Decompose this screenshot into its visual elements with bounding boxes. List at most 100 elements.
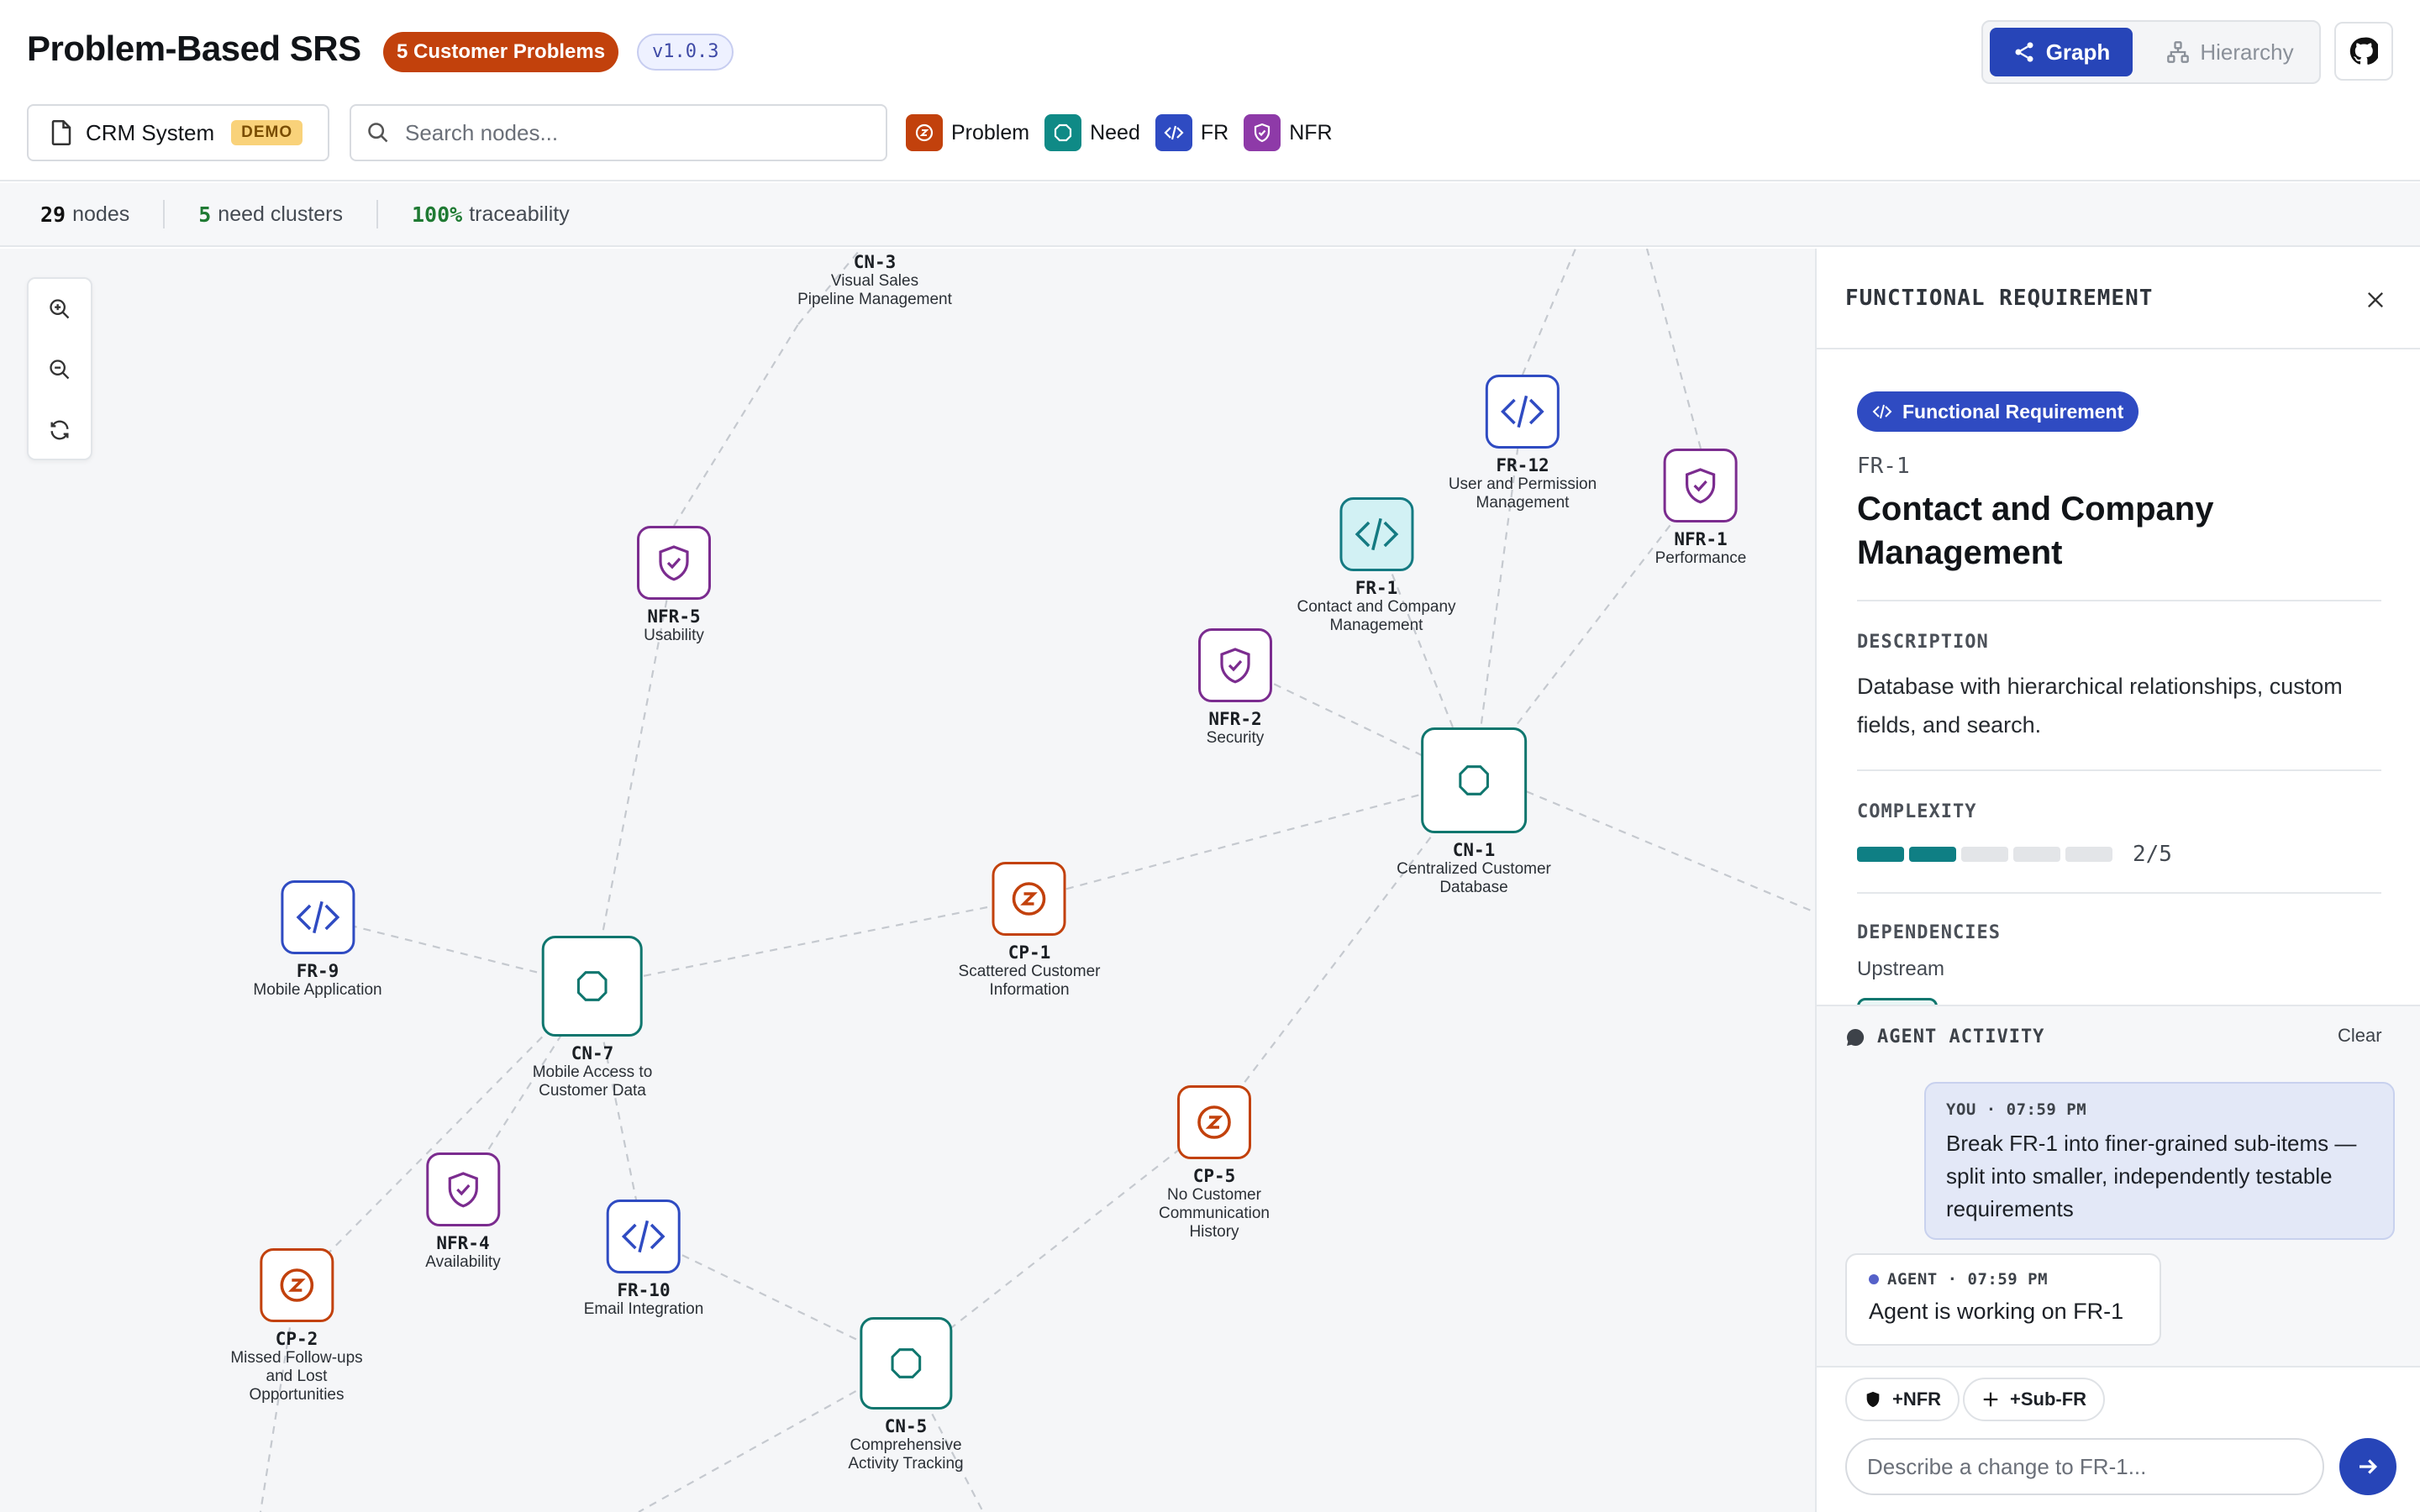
graph-node-cp-1[interactable]: CP-1 Scattered Customer Information xyxy=(958,862,1101,1000)
nodes-count: 29 xyxy=(40,202,66,227)
zoom-out-button[interactable] xyxy=(29,339,91,400)
node-id: CN-1 xyxy=(1452,840,1496,860)
graph-view-button[interactable]: Graph xyxy=(1990,28,2133,76)
node-id: FR-9 xyxy=(296,961,339,981)
arrow-right-icon xyxy=(2360,1459,2378,1474)
shield-check-icon xyxy=(637,526,711,600)
shield-check-icon xyxy=(1198,628,1272,702)
node-label: Management xyxy=(1329,617,1423,634)
search-box xyxy=(350,104,887,161)
complexity-label: COMPLEXITY xyxy=(1857,801,1977,822)
node-id: NFR-4 xyxy=(436,1233,490,1253)
node-id: CP-5 xyxy=(1192,1166,1236,1186)
stat-divider xyxy=(376,200,378,228)
node-label: Visual Sales xyxy=(830,272,919,290)
problems-count-badge[interactable]: 5 Customer Problems xyxy=(383,32,619,72)
node-label: Mobile Application xyxy=(253,981,382,999)
plus-icon xyxy=(1983,1392,1998,1407)
node-type-legend: Problem Need FR NFR xyxy=(906,113,1348,153)
add-nfr-label: +NFR xyxy=(1892,1389,1942,1410)
node-label: Centralized Customer xyxy=(1397,860,1551,878)
add-sub-fr-button[interactable]: +Sub-FR xyxy=(1963,1378,2106,1421)
code-icon xyxy=(1155,114,1192,151)
send-button[interactable] xyxy=(2339,1438,2396,1495)
version-badge: v1.0.3 xyxy=(637,34,734,71)
graph-node-cn-1[interactable]: CN-1 Centralized Customer Database xyxy=(1397,727,1551,897)
detail-panel: FUNCTIONAL REQUIREMENT Functional Requir… xyxy=(1815,249,2420,1005)
graph-node-cp-5[interactable]: CP-5 No Customer Communication History xyxy=(1159,1085,1270,1242)
nodes-stat-label: nodes xyxy=(72,202,130,226)
change-request-input[interactable] xyxy=(1867,1453,2302,1480)
graph-node-nfr-1[interactable]: NFR-1 Performance xyxy=(1655,449,1746,568)
node-label: History xyxy=(1189,1223,1239,1241)
zoom-in-button[interactable] xyxy=(29,279,91,339)
agent-message-meta-row: AGENT · 07:59 PM xyxy=(1869,1270,2138,1289)
node-label: Usability xyxy=(644,627,704,644)
search-input[interactable] xyxy=(405,119,876,146)
agent-activity-title: AGENT ACTIVITY xyxy=(1877,1026,2045,1047)
node-label: Missed Follow-ups xyxy=(230,1349,363,1367)
agent-message: AGENT · 07:59 PM Agent is working on FR-… xyxy=(1845,1253,2161,1346)
graph-node-fr-10[interactable]: FR-10 Email Integration xyxy=(584,1200,703,1319)
graph-node-nfr-4[interactable]: NFR-4 Availability xyxy=(425,1152,501,1272)
node-label: Security xyxy=(1206,729,1265,747)
traceability-stat: 100% traceability xyxy=(412,202,570,227)
graph-node-nfr-2[interactable]: NFR-2 Security xyxy=(1198,628,1272,748)
node-label: Communication xyxy=(1159,1205,1270,1222)
node-id: FR-12 xyxy=(1496,455,1549,475)
agent-message-text: Agent is working on FR-1 xyxy=(1869,1299,2124,1324)
legend-item-nfr[interactable]: NFR xyxy=(1244,114,1333,151)
problem-icon xyxy=(1177,1085,1251,1159)
add-nfr-button[interactable]: +NFR xyxy=(1845,1378,1960,1421)
graph-node-fr-1[interactable]: FR-1 Contact and Company Management xyxy=(1297,497,1456,635)
close-panel-button[interactable] xyxy=(2354,279,2396,321)
reset-view-button[interactable] xyxy=(29,400,91,460)
need-octagon-icon xyxy=(541,936,643,1037)
search-icon xyxy=(368,123,388,143)
graph-node-cn-3[interactable]: CN-3 Visual Sales Pipeline Management xyxy=(797,249,952,309)
clear-activity-button[interactable]: Clear xyxy=(2338,1025,2382,1047)
detail-panel-header: FUNCTIONAL REQUIREMENT xyxy=(1817,249,2420,349)
complexity-value: 2/5 xyxy=(2133,842,2172,867)
code-icon xyxy=(606,1200,681,1273)
node-label: Database xyxy=(1439,879,1508,896)
node-id: CP-1 xyxy=(1007,942,1051,963)
graph-node-cn-5[interactable]: CN-5 Comprehensive Activity Tracking xyxy=(848,1317,964,1473)
legend-label: Problem xyxy=(951,120,1030,144)
node-label: Contact and Company xyxy=(1297,598,1456,616)
clusters-stat-label: need clusters xyxy=(218,202,343,226)
complexity-segment xyxy=(1961,847,2008,862)
graph-node-nfr-5[interactable]: NFR-5 Usability xyxy=(637,526,711,645)
graph-node-cn-7[interactable]: CN-7 Mobile Access to Customer Data xyxy=(533,936,652,1100)
node-label: Opportunities xyxy=(249,1386,345,1404)
upstream-dependency-chip[interactable] xyxy=(1857,998,1938,1005)
project-selector[interactable]: CRM System DEMO xyxy=(27,104,329,161)
agent-activity-panel: AGENT ACTIVITY Clear YOU · 07:59 PM Brea… xyxy=(1815,1005,2420,1512)
need-octagon-icon xyxy=(859,1317,952,1410)
complexity-segment xyxy=(1857,847,1904,862)
requirement-id: FR-1 xyxy=(1857,454,1910,479)
agent-message-meta: AGENT · 07:59 PM xyxy=(1887,1270,2049,1289)
legend-item-fr[interactable]: FR xyxy=(1155,114,1228,151)
node-label: Scattered Customer xyxy=(958,963,1101,980)
graph-canvas[interactable]: CN-3 Visual Sales Pipeline Management NFR-5… xyxy=(0,249,1815,1512)
node-id: FR-1 xyxy=(1355,578,1398,598)
graph-node-cp-2[interactable]: CP-2 Missed Follow-ups and Lost Opportuniti… xyxy=(230,1248,363,1404)
shield-check-icon xyxy=(1244,114,1281,151)
legend-item-need[interactable]: Need xyxy=(1044,114,1140,151)
node-id: NFR-1 xyxy=(1674,529,1728,549)
complexity-segment xyxy=(2013,847,2060,862)
chat-icon xyxy=(1847,1028,1865,1046)
legend-item-problem[interactable]: Problem xyxy=(906,114,1029,151)
hierarchy-view-button[interactable]: Hierarchy xyxy=(2148,28,2312,76)
legend-label: NFR xyxy=(1289,120,1333,144)
node-label: Management xyxy=(1476,494,1570,512)
graph-node-fr-12[interactable]: FR-12 User and Permission Management xyxy=(1449,375,1597,512)
complexity-segments xyxy=(1857,847,2112,862)
github-button[interactable] xyxy=(2334,22,2393,81)
graph-node-fr-9[interactable]: FR-9 Mobile Application xyxy=(253,880,382,1000)
code-icon xyxy=(1872,404,1892,419)
node-id: CN-3 xyxy=(853,252,897,272)
view-toggle: Graph Hierarchy xyxy=(1981,20,2321,84)
stat-divider xyxy=(163,200,166,228)
